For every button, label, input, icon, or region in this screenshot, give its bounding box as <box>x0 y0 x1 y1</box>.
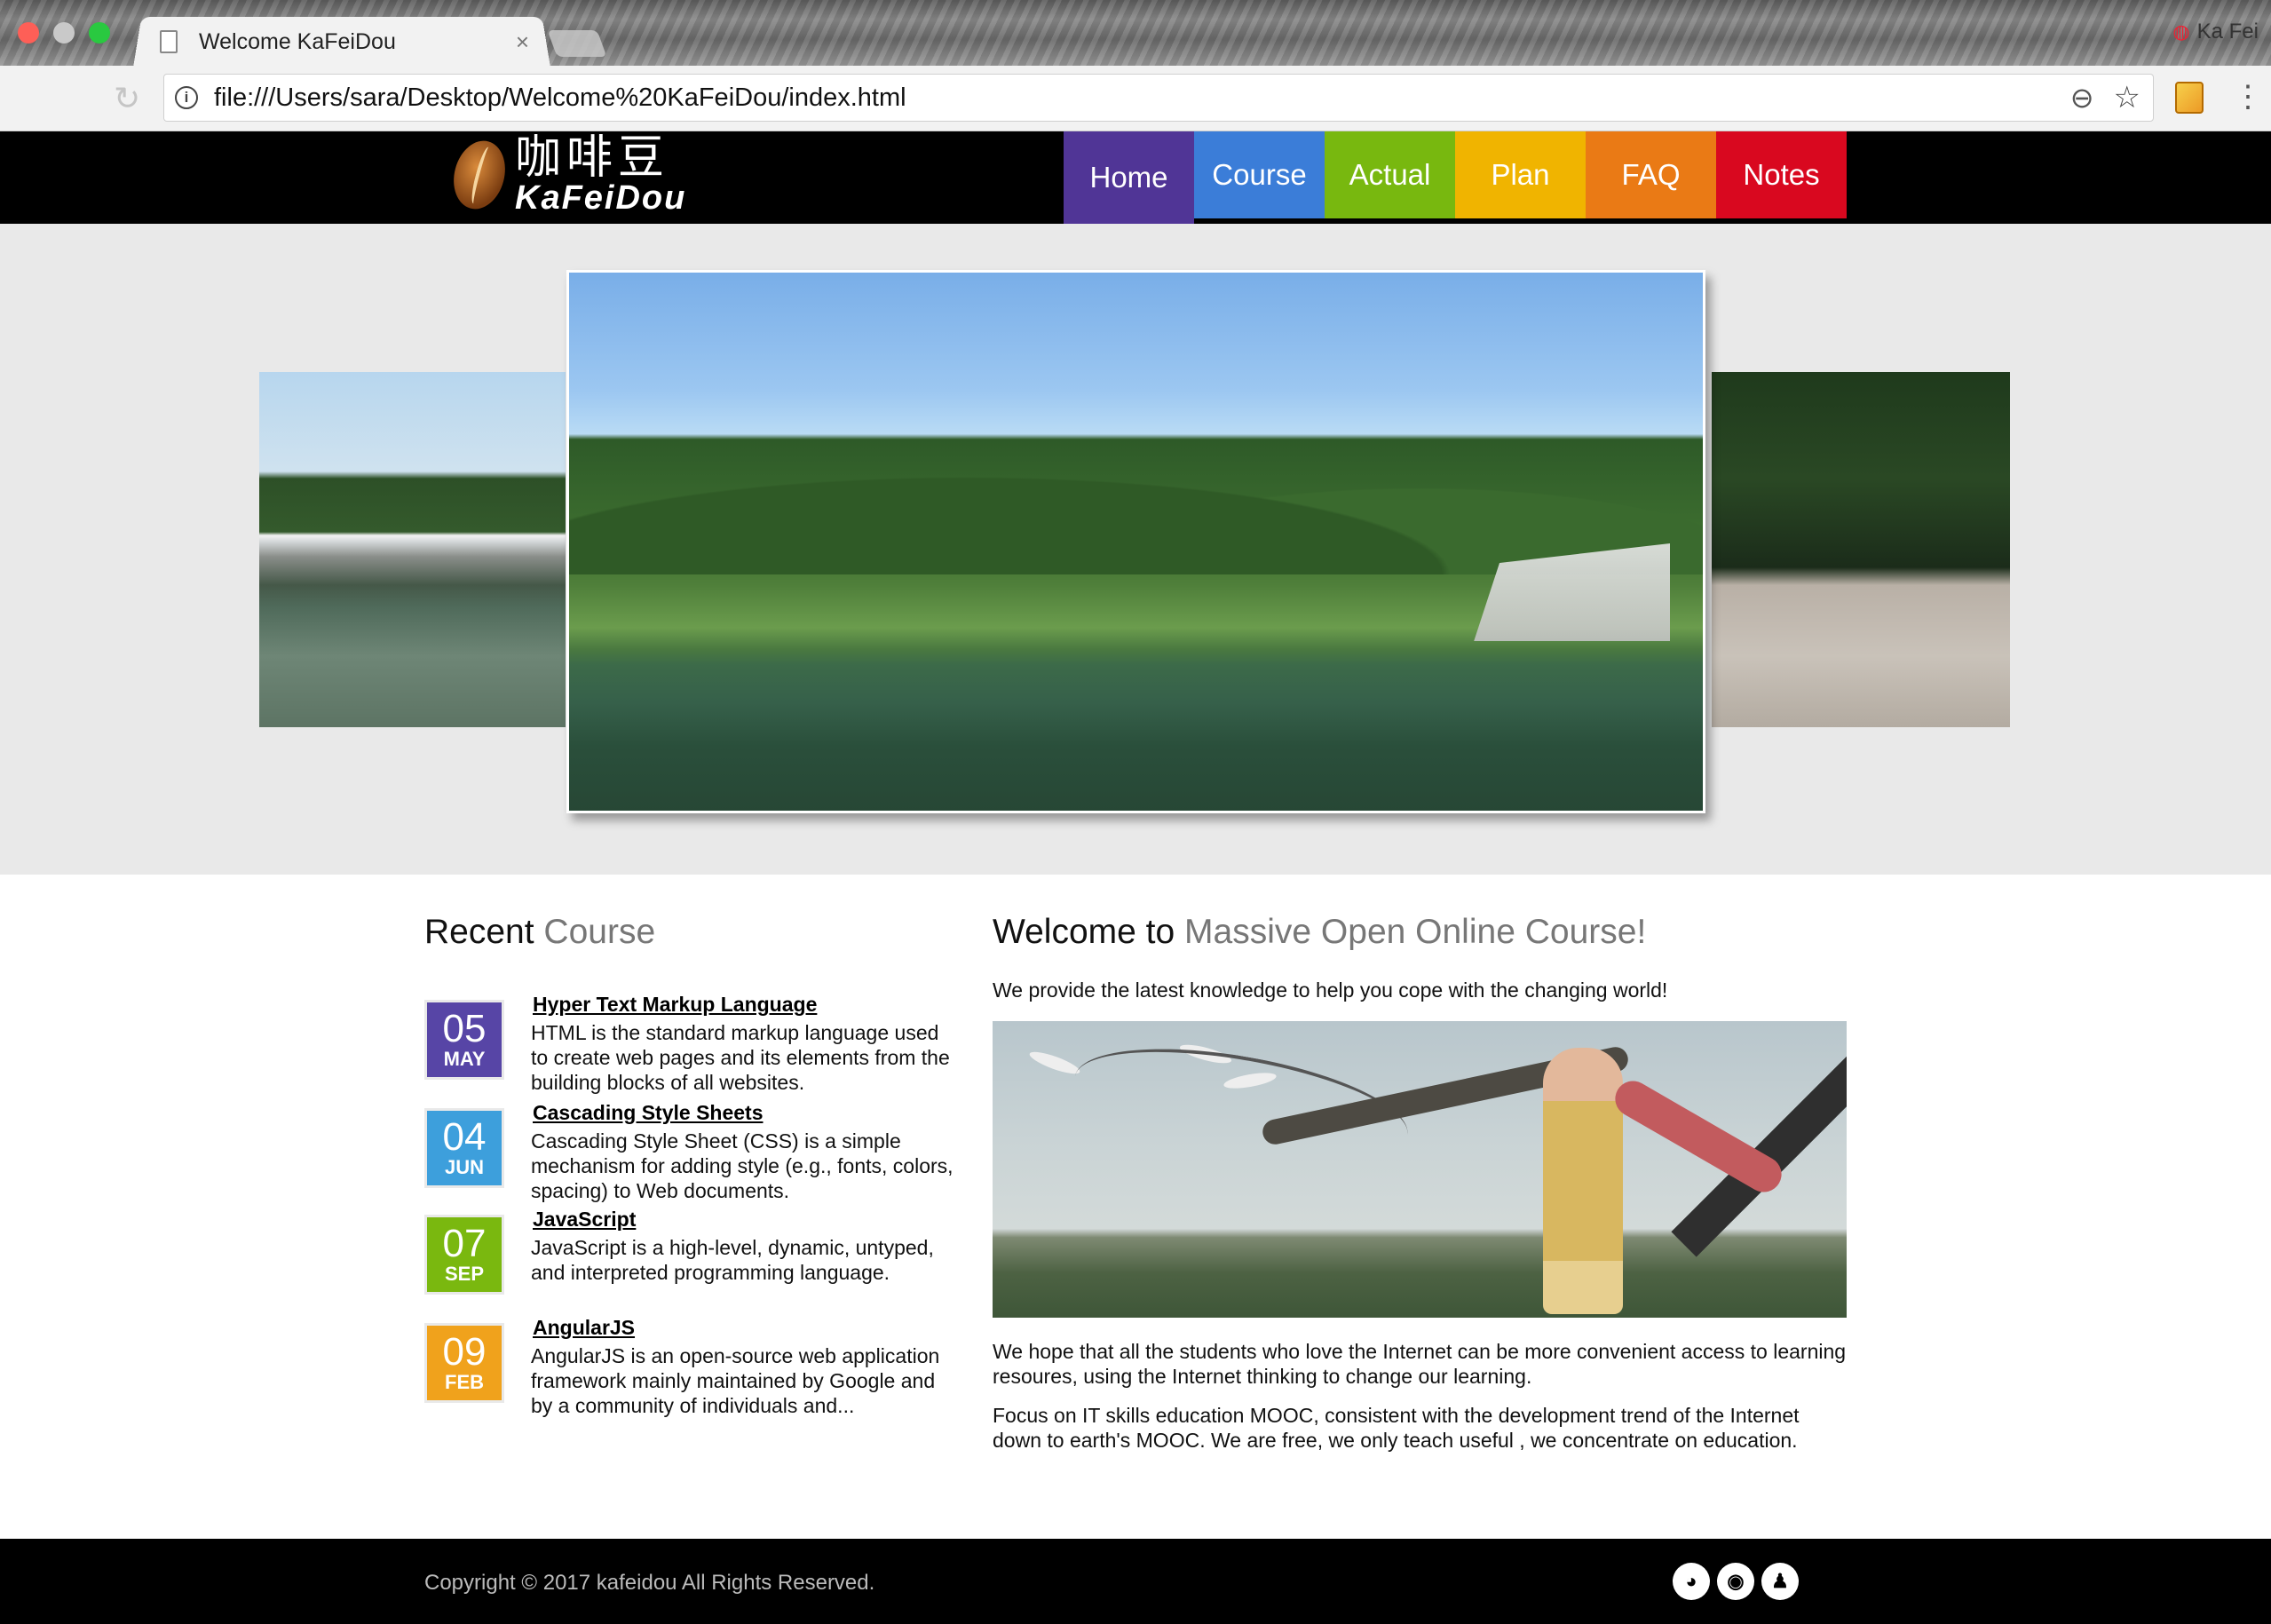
figure-shape <box>1543 1048 1623 1314</box>
welcome-intro: We provide the latest knowledge to help … <box>993 978 1668 1002</box>
tab-close-icon[interactable]: × <box>516 28 529 56</box>
window-close-button[interactable] <box>18 22 39 44</box>
date-day: 05 <box>442 1007 487 1050</box>
course-item: 09 FEB AngularJS AngularJS is an open-so… <box>424 1316 957 1440</box>
site-logo[interactable]: 咖啡豆 KaFeiDou <box>446 131 687 217</box>
browser-tab[interactable]: Welcome KaFeiDou × <box>151 18 542 66</box>
course-item: 04 JUN Cascading Style Sheets Cascading … <box>424 1101 957 1208</box>
heading-accent-text: Massive Open Online Course! <box>1184 913 1647 951</box>
nav-actual[interactable]: Actual <box>1325 131 1455 218</box>
welcome-image <box>993 1021 1847 1318</box>
nav-course[interactable]: Course <box>1194 131 1325 218</box>
course-title-link[interactable]: JavaScript <box>533 1208 636 1232</box>
course-item: 05 MAY Hyper Text Markup Language HTML i… <box>424 993 957 1099</box>
nav-plan[interactable]: Plan <box>1455 131 1586 218</box>
logo-chinese-text: 咖啡豆 <box>515 131 670 185</box>
social-links: ◕ ◉ ♟ <box>1673 1563 1799 1600</box>
date-badge: 09 FEB <box>424 1323 504 1403</box>
course-description: Cascading Style Sheet (CSS) is a simple … <box>531 1129 954 1202</box>
url-text[interactable]: file:///Users/sara/Desktop/Welcome%20KaF… <box>214 83 2070 113</box>
coffee-bean-icon <box>446 135 513 215</box>
profile-name: Ka Fei <box>2196 20 2259 44</box>
course-title-link[interactable]: Cascading Style Sheets <box>533 1101 764 1125</box>
carousel-prev-image[interactable] <box>259 372 566 727</box>
course-title-link[interactable]: Hyper Text Markup Language <box>533 993 817 1017</box>
browser-toolbar: ↻ i file:///Users/sara/Desktop/Welcome%2… <box>0 66 2271 131</box>
site-footer: Copyright © 2017 kafeidou All Rights Res… <box>0 1539 2271 1624</box>
page-icon <box>160 30 178 53</box>
welcome-section: Welcome to Massive Open Online Course! W… <box>993 913 1847 1452</box>
nav-home[interactable]: Home <box>1064 131 1194 224</box>
carousel-next-image[interactable] <box>1712 372 2010 727</box>
extension-icon[interactable] <box>2175 82 2204 114</box>
course-description: AngularJS is an open-source web applicat… <box>531 1344 940 1417</box>
info-icon[interactable]: i <box>175 86 198 109</box>
logo-english-text: KaFeiDou <box>515 179 687 217</box>
wechat-icon[interactable]: ◕ <box>1673 1563 1710 1600</box>
tab-title: Welcome KaFeiDou <box>199 28 396 54</box>
date-month: MAY <box>443 1048 486 1070</box>
profile-button[interactable]: ◍ Ka Fei <box>2172 20 2259 44</box>
heading-accent-text: Course <box>543 913 656 951</box>
date-day: 07 <box>442 1222 487 1265</box>
date-badge: 07 SEP <box>424 1215 504 1295</box>
welcome-paragraph: We hope that all the students who love t… <box>993 1340 1847 1388</box>
welcome-paragraph: Focus on IT skills education MOOC, consi… <box>993 1404 1800 1452</box>
hill-shape <box>569 397 1703 574</box>
profile-icon: ◍ <box>2172 20 2190 43</box>
carousel-main-image[interactable] <box>566 270 1705 813</box>
heading-main-text: Welcome to <box>993 913 1175 951</box>
bookmark-star-icon[interactable]: ☆ <box>2114 80 2140 115</box>
scarf-shape <box>1609 1074 1788 1199</box>
address-bar[interactable]: i file:///Users/sara/Desktop/Welcome%20K… <box>163 74 2154 122</box>
nav-faq[interactable]: FAQ <box>1586 131 1716 218</box>
date-month: JUN <box>444 1156 484 1178</box>
recent-course-section: Recent Course 05 MAY Hyper Text Markup L… <box>424 913 957 1417</box>
weibo-icon[interactable]: ◉ <box>1717 1563 1754 1600</box>
welcome-heading: Welcome to Massive Open Online Course! <box>993 913 1847 952</box>
qq-icon[interactable]: ♟ <box>1761 1563 1799 1600</box>
main-nav: Home Course Actual Plan FAQ Notes <box>1064 131 1847 224</box>
image-carousel <box>0 224 2271 875</box>
course-description: JavaScript is a high-level, dynamic, unt… <box>531 1236 934 1284</box>
date-month: FEB <box>445 1371 484 1393</box>
window-maximize-button[interactable] <box>89 22 110 44</box>
zoom-icon[interactable]: ⊖ <box>2070 81 2094 115</box>
course-title-link[interactable]: AngularJS <box>533 1316 635 1340</box>
recent-course-heading: Recent Course <box>424 913 957 952</box>
date-badge: 05 MAY <box>424 1000 504 1080</box>
new-tab-button[interactable] <box>547 30 607 57</box>
course-item: 07 SEP JavaScript JavaScript is a high-l… <box>424 1208 957 1314</box>
date-day: 04 <box>442 1115 487 1159</box>
window-minimize-button[interactable] <box>53 22 75 44</box>
copyright-text: Copyright © 2017 kafeidou All Rights Res… <box>424 1571 875 1595</box>
browser-titlebar: Welcome KaFeiDou × ◍ Ka Fei <box>0 0 2271 66</box>
bird-shape <box>1027 1048 1082 1078</box>
reload-icon[interactable]: ↻ <box>114 80 140 117</box>
menu-icon[interactable]: ⋮ <box>2233 82 2263 112</box>
date-month: SEP <box>444 1263 485 1285</box>
nav-notes[interactable]: Notes <box>1716 131 1847 218</box>
date-day: 09 <box>442 1330 487 1374</box>
date-badge: 04 JUN <box>424 1108 504 1188</box>
heading-main-text: Recent <box>424 913 534 951</box>
course-description: HTML is the standard markup language use… <box>531 1021 950 1094</box>
